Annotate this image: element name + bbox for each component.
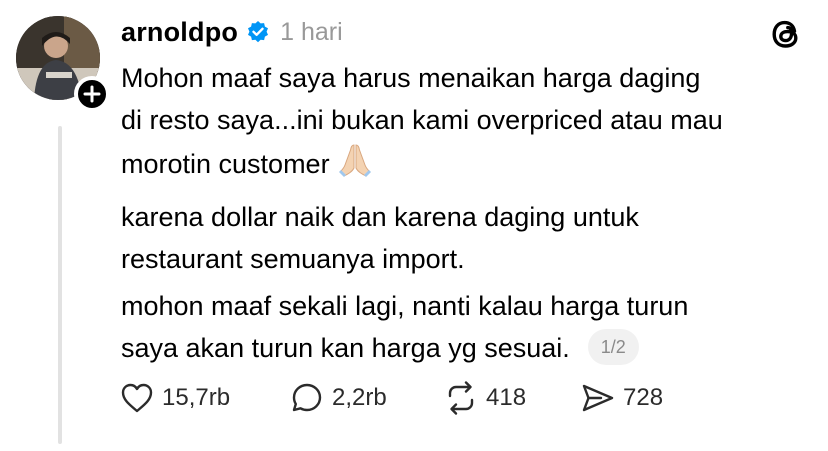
folded-hands-emoji-icon — [336, 141, 374, 191]
post-timestamp[interactable]: 1 hari — [280, 18, 343, 47]
repost-icon — [448, 381, 474, 415]
repost-button[interactable]: 418 — [442, 379, 579, 417]
post-text-line: Mohon maaf saya harus menaikan harga dag… — [121, 63, 701, 93]
like-button[interactable]: 15,7rb — [118, 379, 288, 417]
thread-connector-line — [58, 126, 62, 444]
post-text-line: morotin customer — [121, 149, 330, 179]
post-actions-bar: 15,7rb 2,2rb 418 728 — [118, 378, 663, 418]
thread-counter-badge[interactable]: 1/2 — [587, 329, 639, 365]
post-text-line: karena dollar naik dan karena daging unt… — [121, 202, 639, 232]
share-icon — [582, 384, 614, 412]
post-header: arnoldpo 1 hari — [121, 10, 343, 54]
post-text-line: restaurant semuanya import. — [121, 244, 465, 274]
post-text-line: saya akan turun kan harga yg sesuai. — [121, 333, 570, 363]
post-text-line: mohon maaf sekali lagi, nanti kalau harg… — [121, 291, 689, 321]
heart-icon — [121, 383, 153, 413]
threads-logo-icon[interactable] — [766, 14, 806, 54]
share-button[interactable]: 728 — [579, 379, 663, 417]
avatar-container[interactable] — [16, 16, 110, 112]
post-body: Mohon maaf saya harus menaikan harga dag… — [121, 57, 821, 369]
username[interactable]: arnoldpo — [121, 17, 238, 48]
plus-icon — [83, 85, 101, 103]
post-text-line: di resto saya...ini bukan kami overprice… — [121, 105, 723, 135]
comment-icon — [292, 383, 322, 412]
post-paragraph: karena dollar naik dan karena daging unt… — [121, 196, 821, 280]
post-paragraph: Mohon maaf saya harus menaikan harga dag… — [121, 57, 821, 191]
like-count: 15,7rb — [162, 384, 231, 411]
repost-count: 418 — [486, 384, 527, 411]
follow-button[interactable] — [74, 76, 110, 112]
reply-count: 2,2rb — [332, 384, 387, 411]
post-paragraph: mohon maaf sekali lagi, nanti kalau harg… — [121, 285, 821, 369]
reply-button[interactable]: 2,2rb — [288, 379, 442, 417]
verified-badge-icon — [246, 20, 270, 44]
share-count: 728 — [623, 384, 664, 411]
